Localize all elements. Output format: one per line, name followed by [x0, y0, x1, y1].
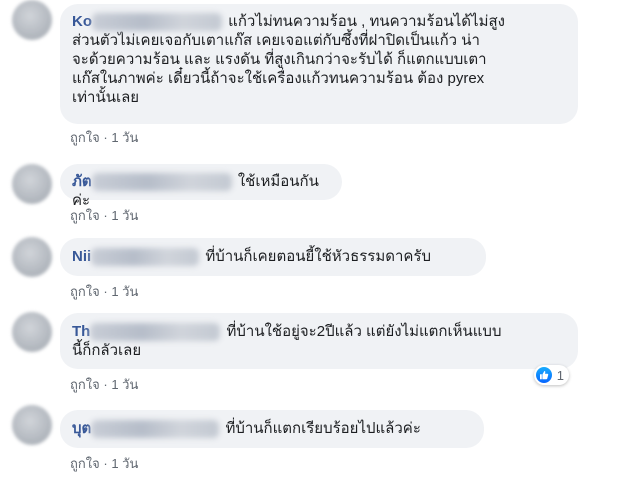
- commenter-name[interactable]: Ko: [72, 13, 92, 30]
- redacted-name: [91, 248, 200, 267]
- comment-actions: ถูกใจ · 1 วัน: [70, 374, 138, 395]
- redacted-name: [92, 13, 222, 32]
- like-link[interactable]: ถูกใจ: [70, 208, 100, 223]
- separator-dot: ·: [103, 456, 108, 471]
- avatar[interactable]: [12, 312, 52, 352]
- separator-dot: ·: [103, 284, 108, 299]
- commenter-name[interactable]: Nii: [72, 248, 91, 265]
- avatar[interactable]: [12, 405, 52, 445]
- comment-text: จะด้วยความร้อน และ แรงดัน ที่สูงเกินกว่า…: [72, 51, 487, 69]
- comment-text: เท่านั้นเลย: [72, 89, 140, 107]
- comment-actions: ถูกใจ · 1 วัน: [70, 205, 138, 226]
- comment-actions: ถูกใจ · 1 วัน: [70, 453, 138, 474]
- commenter-name[interactable]: บุต: [72, 420, 91, 437]
- avatar[interactable]: [12, 164, 52, 204]
- avatar[interactable]: [12, 0, 52, 40]
- comment-text: แก๊สในภาพค่ะ เดี๋ยวนี้ถ้าจะใช้เครื่องแก้…: [72, 70, 485, 88]
- reaction-count[interactable]: 1: [533, 365, 569, 385]
- comment-text: ที่บ้านก็แตกเรียบร้อยไปแล้วค่ะ: [225, 420, 421, 437]
- like-link[interactable]: ถูกใจ: [70, 284, 100, 299]
- reaction-number: 1: [556, 367, 564, 383]
- like-link[interactable]: ถูกใจ: [70, 377, 100, 392]
- separator-dot: ·: [103, 377, 108, 392]
- comment-bubble: บุต ที่บ้านก็แตกเรียบร้อยไปแล้วค่ะ: [60, 410, 484, 448]
- redacted-name: [91, 420, 220, 439]
- timestamp[interactable]: 1 วัน: [111, 377, 138, 392]
- comment-text: แก้วไม่ทนความร้อน , ทนความร้อนได้ไม่สูง: [228, 13, 505, 30]
- comment-text: ที่บ้านใช้อยู่จะ2ปีแล้ว แต่ยังไม่แตกเห็น…: [226, 323, 502, 340]
- comment-bubble: Nii ที่บ้านก็เคยตอนยี้ใช้หัวธรรมดาครับ: [60, 238, 486, 276]
- comment-bubble: ภัต ใช้เหมือนกันค่ะ: [60, 164, 342, 209]
- comment-text: ที่บ้านก็เคยตอนยี้ใช้หัวธรรมดาครับ: [205, 248, 432, 265]
- redacted-name: [90, 323, 221, 342]
- thumbs-up-icon: [535, 367, 552, 383]
- comment-text: ส่วนตัวไม่เคยเจอกับเตาแก๊ส เคยเจอแต่กับซ…: [72, 32, 480, 50]
- like-link[interactable]: ถูกใจ: [70, 456, 100, 471]
- commenter-name[interactable]: ภัต: [72, 173, 92, 190]
- comment-text: นี้ก็กลัวเลย: [72, 342, 142, 360]
- comment-bubble: Th ที่บ้านใช้อยู่จะ2ปีแล้ว แต่ยังไม่แตกเ…: [60, 313, 578, 369]
- separator-dot: ·: [103, 208, 108, 223]
- timestamp[interactable]: 1 วัน: [111, 456, 138, 471]
- commenter-name[interactable]: Th: [72, 323, 90, 340]
- comment-line: Ko แก้วไม่ทนความร้อน , ทนความร้อนได้ไม่ส…: [72, 12, 566, 32]
- comment-actions: ถูกใจ · 1 วัน: [70, 281, 138, 302]
- comment-actions: ถูกใจ · 1 วัน: [70, 127, 138, 148]
- timestamp[interactable]: 1 วัน: [111, 130, 138, 145]
- like-link[interactable]: ถูกใจ: [70, 130, 100, 145]
- comment-bubble: Ko แก้วไม่ทนความร้อน , ทนความร้อนได้ไม่ส…: [60, 4, 578, 124]
- timestamp[interactable]: 1 วัน: [111, 208, 138, 223]
- timestamp[interactable]: 1 วัน: [111, 284, 138, 299]
- avatar[interactable]: [12, 237, 52, 277]
- redacted-name: [91, 173, 232, 192]
- separator-dot: ·: [103, 130, 108, 145]
- comment-line: Th ที่บ้านใช้อยู่จะ2ปีแล้ว แต่ยังไม่แตกเ…: [72, 322, 566, 342]
